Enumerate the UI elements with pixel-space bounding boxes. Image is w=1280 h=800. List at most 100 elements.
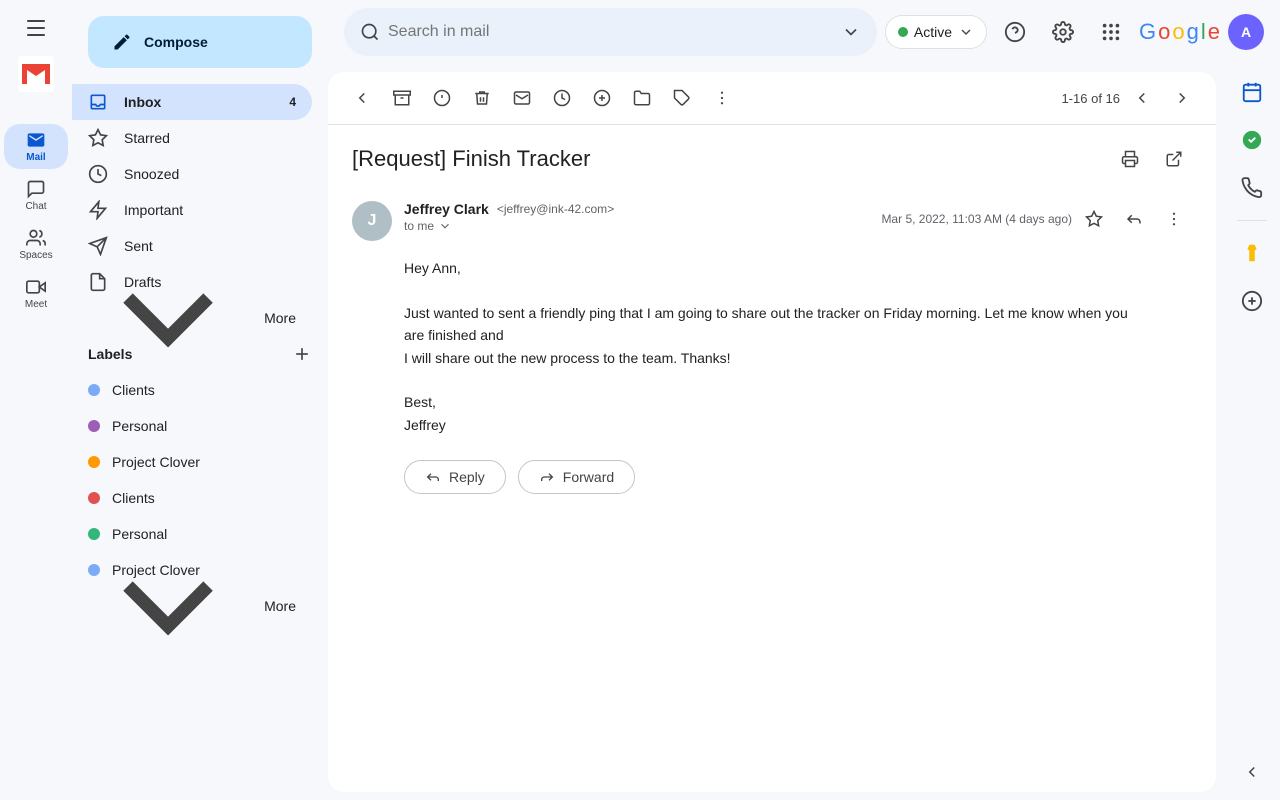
- label-personal1: Personal: [112, 418, 167, 434]
- more-nav-label: More: [264, 310, 296, 326]
- more-labels-item[interactable]: More: [72, 588, 312, 624]
- calendar-panel-button[interactable]: [1232, 72, 1272, 112]
- settings-button[interactable]: [1043, 12, 1083, 52]
- archive-button[interactable]: [384, 80, 420, 116]
- sidebar-item-starred[interactable]: Starred: [72, 120, 312, 156]
- status-label: Active: [914, 24, 952, 40]
- keep-panel-button[interactable]: [1232, 233, 1272, 273]
- message-more-button[interactable]: [1156, 201, 1192, 237]
- forward-icon: [539, 469, 555, 485]
- message-meta: Jeffrey Clark <jeffrey@ink-42.com> to me: [404, 201, 869, 233]
- open-in-new-button[interactable]: [1156, 141, 1192, 177]
- email-greeting: Hey Ann,: [404, 257, 1140, 279]
- email-toolbar: 1-16 of 16: [328, 72, 1216, 125]
- google-logo: Google: [1139, 19, 1220, 45]
- add-label-icon[interactable]: [292, 344, 312, 364]
- reply-button[interactable]: Reply: [404, 460, 506, 494]
- label-item-clients2[interactable]: Clients: [72, 480, 312, 516]
- reply-message-button[interactable]: [1116, 201, 1152, 237]
- star-message-button[interactable]: [1076, 201, 1112, 237]
- move-to-button[interactable]: [624, 80, 660, 116]
- delete-button[interactable]: [464, 80, 500, 116]
- hamburger-button[interactable]: [16, 8, 56, 48]
- sent-label: Sent: [124, 238, 153, 254]
- sidebar-item-spaces[interactable]: Spaces: [4, 222, 68, 267]
- spaces-nav-label: Spaces: [19, 250, 52, 261]
- more-labels-label: More: [264, 598, 296, 614]
- sidebar-item-drafts[interactable]: Drafts: [72, 264, 312, 300]
- to-label: to me: [404, 219, 434, 233]
- prev-email-button[interactable]: [1124, 80, 1160, 116]
- topbar-right: Active: [885, 12, 1264, 52]
- email-paragraph1: Just wanted to sent a friendly ping that…: [404, 302, 1140, 347]
- important-label: Important: [124, 202, 183, 218]
- pagination: 1-16 of 16: [1061, 80, 1200, 116]
- reply-actions: Reply Forward: [352, 452, 1192, 502]
- add-panel-button[interactable]: [1232, 281, 1272, 321]
- sender-name: Jeffrey Clark: [404, 201, 489, 217]
- email-subject: [Request] Finish Tracker: [328, 125, 1216, 185]
- search-dropdown-icon[interactable]: [841, 22, 861, 42]
- next-email-button[interactable]: [1164, 80, 1200, 116]
- sidebar-item-important[interactable]: Important: [72, 192, 312, 228]
- more-nav-item[interactable]: More: [72, 300, 312, 336]
- drafts-label: Drafts: [124, 274, 161, 290]
- message-date: Mar 5, 2022, 11:03 AM (4 days ago): [881, 212, 1072, 226]
- to-chevron-icon[interactable]: [438, 219, 452, 233]
- label-clients1: Clients: [112, 382, 155, 398]
- report-spam-button[interactable]: [424, 80, 460, 116]
- email-paragraph2: I will share out the new process to the …: [404, 347, 1140, 369]
- compose-button[interactable]: Compose: [88, 16, 312, 68]
- forward-button[interactable]: Forward: [518, 460, 635, 494]
- email-signature: Jeffrey: [404, 414, 1140, 436]
- reply-label: Reply: [449, 469, 485, 485]
- sidebar-item-sent[interactable]: Sent: [72, 228, 312, 264]
- sidebar-item-snoozed[interactable]: Snoozed: [72, 156, 312, 192]
- search-input[interactable]: [388, 23, 833, 41]
- label-button[interactable]: [664, 80, 700, 116]
- subject-actions: [1112, 141, 1192, 177]
- label-dot: [88, 384, 100, 396]
- mini-nav-items: Mail Chat Spaces Meet: [4, 124, 68, 316]
- add-task-button[interactable]: [584, 80, 620, 116]
- sender-email: <jeffrey@ink-42.com>: [497, 202, 614, 216]
- mini-nav: Mail Chat Spaces Meet: [0, 0, 72, 800]
- expand-panel-button[interactable]: [1232, 752, 1272, 792]
- help-button[interactable]: [995, 12, 1035, 52]
- topbar: Active: [328, 0, 1280, 64]
- sender-avatar-letter: J: [368, 212, 377, 230]
- sidebar-item-mail[interactable]: Mail: [4, 124, 68, 169]
- label-clients2: Clients: [112, 490, 155, 506]
- email-closing: Best,: [404, 391, 1140, 413]
- mail-nav-label: Mail: [26, 152, 45, 163]
- sender-avatar: J: [352, 201, 392, 241]
- to-line: to me: [404, 219, 869, 233]
- user-avatar[interactable]: A: [1228, 14, 1264, 50]
- starred-label: Starred: [124, 130, 170, 146]
- label-item-personal1[interactable]: Personal: [72, 408, 312, 444]
- message-header: J Jeffrey Clark <jeffrey@ink-42.com> to …: [352, 185, 1192, 249]
- label-dot: [88, 456, 100, 468]
- more-options-button[interactable]: [704, 80, 740, 116]
- search-icon: [360, 22, 380, 42]
- print-button[interactable]: [1112, 141, 1148, 177]
- snooze-button[interactable]: [544, 80, 580, 116]
- sidebar: Compose Inbox 4 Starred Snoozed Importan…: [72, 0, 328, 800]
- right-panel-divider: [1237, 220, 1267, 221]
- label-item-project-clover1[interactable]: Project Clover: [72, 444, 312, 480]
- sidebar-item-chat[interactable]: Chat: [4, 173, 68, 218]
- message-body: Hey Ann, Just wanted to sent a friendly …: [352, 249, 1192, 444]
- inbox-label: Inbox: [124, 94, 161, 110]
- back-button[interactable]: [344, 80, 380, 116]
- status-button[interactable]: Active: [885, 15, 987, 49]
- inbox-badge: 4: [289, 95, 296, 109]
- tasks-panel-button[interactable]: [1232, 120, 1272, 160]
- sidebar-item-inbox[interactable]: Inbox 4: [72, 84, 312, 120]
- apps-button[interactable]: [1091, 12, 1131, 52]
- contacts-panel-button[interactable]: [1232, 168, 1272, 208]
- label-dot: [88, 420, 100, 432]
- snoozed-label: Snoozed: [124, 166, 179, 182]
- mark-unread-button[interactable]: [504, 80, 540, 116]
- meet-nav-label: Meet: [25, 299, 47, 310]
- sidebar-item-meet[interactable]: Meet: [4, 271, 68, 316]
